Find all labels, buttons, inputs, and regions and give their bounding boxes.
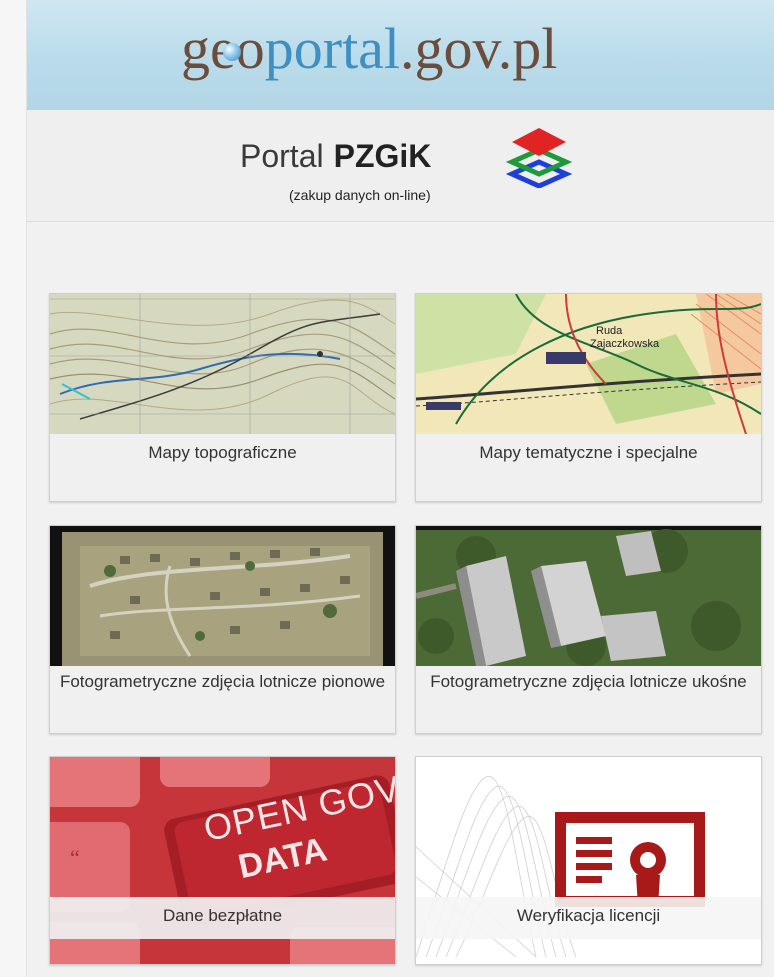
logo-part-portal: portal	[264, 16, 401, 81]
svg-text:Zajaczkowska: Zajaczkowska	[590, 338, 660, 350]
svg-text:“: “	[70, 845, 80, 870]
left-edge	[0, 0, 26, 977]
banner-faded-text: Rodzina geoportalu	[627, 60, 714, 71]
logo-part-domain: .gov.pl	[400, 16, 558, 81]
tile-topographic-maps[interactable]: Mapy topograficzne	[49, 293, 396, 502]
portal-divider	[27, 221, 774, 222]
tile-label: Mapy topograficzne	[50, 434, 395, 501]
portal-subtitle: (zakup danych on-line)	[289, 187, 431, 203]
portal-title-bold: PZGiK	[333, 138, 432, 174]
tile-vertical-aerial-photos[interactable]: Fotogrametryczne zdjęcia lotnicze pionow…	[49, 525, 396, 734]
portal-title-regular: Portal	[240, 138, 324, 174]
tile-label: Fotogrametryczne zdjęcia lotnicze pionow…	[50, 666, 395, 733]
tile-label: Fotogrametryczne zdjęcia lotnicze ukośne	[416, 666, 761, 733]
tile-label: Weryfikacja licencji	[416, 897, 761, 939]
tile-oblique-aerial-photos[interactable]: Fotogrametryczne zdjęcia lotnicze ukośne	[415, 525, 762, 734]
layers-icon	[506, 128, 572, 188]
tile-license-verification[interactable]: Weryfikacja licencji	[415, 756, 762, 965]
tile-label: Dane bezpłatne	[50, 897, 395, 939]
tile-thematic-maps[interactable]: Ruda Zajaczkowska Mapy tematyczne i spec…	[415, 293, 762, 502]
portal-title: Portal PZGiK	[240, 138, 431, 175]
globe-icon	[223, 43, 241, 61]
header-banner: geoportal.gov.pl Rodzina geoportalu	[27, 0, 774, 110]
tile-free-data[interactable]: “ OPEN GOV DATA Dane bezpłatne	[49, 756, 396, 965]
tile-label: Mapy tematyczne i specjalne	[416, 434, 761, 501]
svg-text:Ruda: Ruda	[596, 325, 623, 337]
geoportal-logo[interactable]: geoportal.gov.pl	[181, 10, 641, 100]
